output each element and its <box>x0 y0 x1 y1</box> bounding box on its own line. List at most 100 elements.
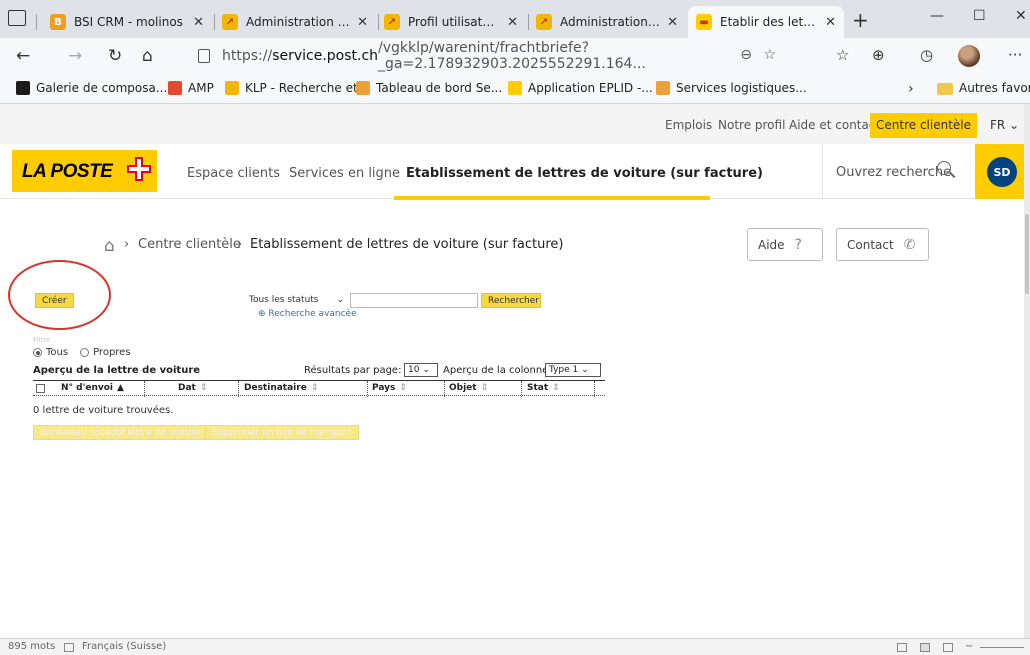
results-per-page-select[interactable]: 10 ⌄ <box>404 363 438 377</box>
delete-transport-button[interactable]: Supprimer un bon de transport <box>205 425 359 440</box>
close-tab-icon[interactable]: ✕ <box>193 15 204 30</box>
read-mode-icon[interactable] <box>897 643 907 652</box>
close-tab-icon[interactable]: ✕ <box>357 15 368 30</box>
home-icon[interactable]: ⌂ <box>142 46 153 66</box>
collective-waybill-button[interactable]: Bordereau collectif lettre de voiture <box>33 425 208 440</box>
column-label: Pays <box>372 383 396 393</box>
results-per-page-label: Résultats par page: <box>304 365 402 376</box>
radio-all[interactable] <box>33 348 42 357</box>
column-view-label: Aperçu de la colonne <box>443 365 549 376</box>
bookmark-tableau-de-bord[interactable]: Tableau de bord Se... <box>356 81 502 95</box>
favorite-star-icon[interactable]: ☆ <box>763 47 776 63</box>
column-label: Stat <box>527 383 549 393</box>
print-layout-icon[interactable] <box>920 643 930 652</box>
breadcrumb-centre-clientele[interactable]: Centre clientèle <box>138 237 241 252</box>
results-count: 0 lettre de voiture trouvées. <box>33 405 174 416</box>
section-title: Aperçu de la lettre de voiture <box>33 365 201 376</box>
column-header-envoi[interactable]: N° d'envoi ▲ <box>61 383 124 393</box>
close-window-icon[interactable]: ✕ <box>1015 8 1027 24</box>
close-tab-icon[interactable]: ✕ <box>667 15 678 30</box>
language-selector[interactable]: FR ⌄ <box>990 118 1019 132</box>
radio-own[interactable] <box>80 348 90 357</box>
chevron-down-icon: ⌄ <box>422 365 430 375</box>
column-label: Objet <box>449 383 477 393</box>
close-tab-icon[interactable]: ✕ <box>825 15 836 30</box>
contact-button[interactable]: Contact ✆ <box>836 228 929 261</box>
other-favorites[interactable]: Autres favoris <box>959 81 1030 95</box>
minimize-icon[interactable]: — <box>930 8 944 24</box>
column-header-stat[interactable]: Stat ⇕ <box>527 383 560 393</box>
favorites-list-icon[interactable]: ☆ <box>836 46 849 64</box>
column-divider <box>238 381 239 397</box>
column-view-value: Type 1 <box>549 365 579 375</box>
radio-all-label: Tous <box>46 347 69 358</box>
search-icon[interactable] <box>937 161 951 175</box>
column-header-objet[interactable]: Objet ⇕ <box>449 383 488 393</box>
bookmark-klp-recherche[interactable]: KLP - Recherche et... <box>225 81 369 95</box>
close-tab-icon[interactable]: ✕ <box>507 15 518 30</box>
bookmark-services-logistiques[interactable]: Services logistiques... <box>656 81 807 95</box>
lock-icon <box>198 49 210 63</box>
util-link-emplois[interactable]: Emplois <box>665 118 712 132</box>
ownership-filter: Tous Propres <box>33 347 131 358</box>
sort-icon: ⇕ <box>399 383 407 393</box>
history-icon[interactable]: ◷ <box>920 46 933 64</box>
bookmark-eplid[interactable]: Application EPLID -... <box>508 81 653 95</box>
status-select[interactable]: Tous les statuts ⌄ <box>246 293 348 308</box>
refresh-icon[interactable]: ↻ <box>108 46 122 66</box>
bookmark-amp[interactable]: AMP <box>168 81 214 95</box>
column-header-destinataire[interactable]: Destinataire ⇕ <box>244 383 318 393</box>
page-scrollbar[interactable] <box>1024 104 1030 638</box>
util-link-aide-contact[interactable]: Aide et contact <box>789 118 880 132</box>
select-all-checkbox[interactable] <box>36 384 45 393</box>
back-icon[interactable]: ← <box>16 46 30 66</box>
collections-icon[interactable]: ⊕ <box>872 46 885 64</box>
chevron-right-icon[interactable]: › <box>908 81 914 97</box>
column-header-date[interactable]: Dat ⇕ <box>178 383 207 393</box>
bookmark-galerie[interactable]: Galerie de composa... <box>16 81 167 95</box>
tab-title: BSI CRM - molinos <box>74 15 183 29</box>
tab-etablir-lettres[interactable]: ▬ Etablir des lettres d ✕ <box>688 6 844 38</box>
web-layout-icon[interactable] <box>943 643 953 652</box>
la-poste-logo[interactable]: LA POSTE <box>12 150 157 192</box>
bookmark-label: Services logistiques... <box>676 81 807 95</box>
home-icon[interactable]: ⌂ <box>104 236 115 256</box>
profile-avatar[interactable] <box>958 45 980 67</box>
tab-profil-utilisateur[interactable]: ↗ Profil utilisateur - L ✕ <box>376 6 526 38</box>
bookmark-label: AMP <box>188 81 214 95</box>
folder-icon <box>937 83 953 95</box>
tab-title: Etablir des lettres d <box>720 15 819 29</box>
zoom-slider[interactable] <box>980 647 1024 648</box>
status-bar: 895 mots Français (Suisse) − <box>0 638 1030 655</box>
new-tab-icon[interactable]: + <box>852 8 869 32</box>
nav-espace-clients[interactable]: Espace clients <box>187 166 280 181</box>
zoom-icon[interactable]: ⊖ <box>740 47 752 63</box>
tab-bsi-crm[interactable]: B BSI CRM - molinos ✕ <box>42 6 212 38</box>
post-icon: ▬ <box>696 14 712 30</box>
nav-etablissement-lettres[interactable]: Etablissement de lettres de voiture (sur… <box>406 166 763 181</box>
nav-services-en-ligne[interactable]: Services en ligne <box>289 166 400 181</box>
help-button[interactable]: Aide ? <box>747 228 823 261</box>
customer-center-button[interactable]: Centre clientèle <box>870 113 977 138</box>
zoom-out-icon[interactable]: − <box>965 641 973 652</box>
open-search-link[interactable]: Ouvrez recherche <box>836 165 951 180</box>
chevron-down-icon: ⌄ <box>336 295 344 305</box>
forward-icon[interactable]: → <box>68 46 82 66</box>
maximize-icon[interactable]: ☐ <box>973 8 986 24</box>
url-bar[interactable]: https://service.post.ch/vgkklp/warenint/… <box>186 40 786 72</box>
tab-title: Administration KLP <box>560 15 661 29</box>
column-view-select[interactable]: Type 1 ⌄ <box>545 363 601 377</box>
more-menu-icon[interactable]: ··· <box>1008 46 1022 64</box>
tab-administration-klp-2[interactable]: ↗ Administration KLP ✕ <box>528 6 686 38</box>
search-input[interactable] <box>350 293 478 308</box>
tab-actions-icon[interactable] <box>8 10 26 26</box>
search-button[interactable]: Rechercher <box>481 293 541 308</box>
tab-administration-klp[interactable]: ↗ Administration KLP ✕ <box>214 6 376 38</box>
advanced-search-link[interactable]: ⊕ Recherche avancée <box>258 309 357 319</box>
chevron-down-icon: ⌄ <box>1009 118 1020 132</box>
column-header-pays[interactable]: Pays ⇕ <box>372 383 407 393</box>
user-menu[interactable]: SD <box>975 144 1030 199</box>
column-divider <box>144 381 145 397</box>
util-link-profil[interactable]: Notre profil <box>718 118 785 132</box>
breadcrumb-separator: › <box>124 237 130 252</box>
